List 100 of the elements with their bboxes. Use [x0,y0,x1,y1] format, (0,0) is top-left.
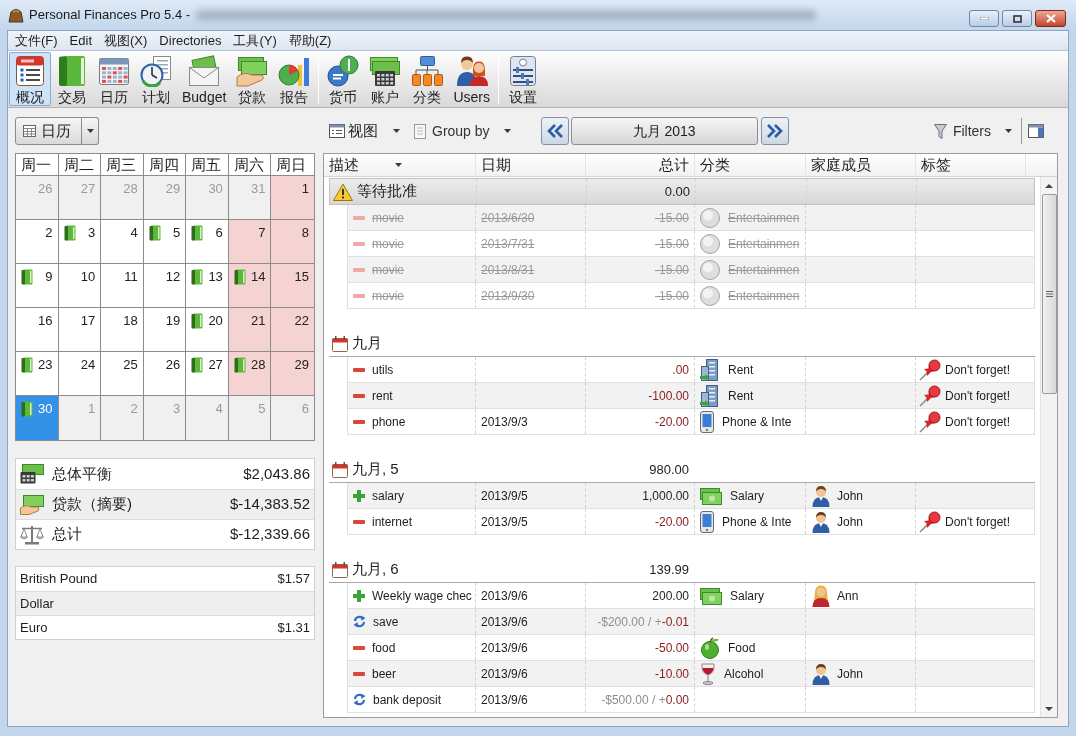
toolbar-button[interactable]: 概况 [9,52,51,106]
currency-row[interactable]: Dollar [16,591,314,615]
calendar-day[interactable]: 18 [101,308,144,352]
calendar-day[interactable]: 17 [58,308,102,352]
calendar-day[interactable]: 19 [143,308,187,352]
toolbar-button[interactable]: 计划 [135,52,177,106]
previous-button[interactable] [540,117,569,145]
transaction-row[interactable]: beer 2013/9/6 -10.00 Alcohol John [347,661,1035,687]
calendar-day[interactable]: 13 [186,264,229,308]
toolbar-button[interactable]: 设置 [501,52,544,106]
toolbar-button[interactable]: 货币 [322,52,365,106]
minus-icon [353,367,365,372]
toolbar-button[interactable]: 贷款 [231,52,274,106]
group-header[interactable]: 等待批准 0.00 [329,178,1035,205]
maximize-button[interactable] [1002,10,1032,27]
calendar-day[interactable]: 16 [16,308,59,352]
calendar-day[interactable]: 2 [16,220,59,264]
column-header[interactable]: 分类 [694,154,805,176]
woman-avatar-icon [812,584,830,607]
filters-button[interactable]: Filters [933,120,1012,142]
toolbar-button[interactable]: 分类 [406,52,449,106]
toolbar-button[interactable]: 报告 [273,52,316,106]
date-text: 2013/9/6 [481,665,528,683]
currency-rate: $1.57 [277,570,310,589]
day-number: 2 [130,401,138,417]
calendar-day[interactable]: 10 [58,264,102,308]
calendar-day[interactable]: 23 [16,352,59,396]
transaction-row[interactable]: salary 2013/9/5 1,000.00 Salary John [347,483,1035,509]
transaction-row[interactable]: rent -100.00 Rent Don't forget! [347,383,1035,409]
transaction-row[interactable]: Weekly wage chec 2013/9/6 200.00 Salary Ann [347,583,1035,609]
hierarchy-icon [411,55,444,87]
calendar-day[interactable]: 12 [143,264,187,308]
toolbar-button[interactable]: 日历 [93,52,135,106]
toolbar-button[interactable]: Budget [177,52,232,106]
hand-money-icon [20,494,44,515]
transaction-row[interactable]: bank deposit 2013/9/6 -$500.00 / +0.00 [347,687,1035,713]
dropdown-button[interactable] [82,117,99,145]
period-button[interactable]: 九月 2013 [570,117,758,145]
calendar-day[interactable]: 9 [16,264,59,308]
calendar-day[interactable]: 29 [271,352,314,396]
day-number: 2 [45,225,53,241]
transaction-row[interactable]: save 2013/9/6 -$200.00 / +-0.01 [347,609,1035,635]
calendar-day[interactable]: 22 [271,308,314,352]
menu-item[interactable]: 工具(Y) [227,31,283,50]
day-number: 25 [123,357,138,373]
toolbar-button[interactable]: 交易 [51,52,93,106]
calendar-day[interactable]: 24 [58,352,102,396]
transaction-row[interactable]: food 2013/9/6 -50.00 Food [347,635,1035,661]
view-menu-button[interactable]: 视图 [329,119,400,143]
calendar-day[interactable]: 25 [101,352,144,396]
menu-item[interactable]: 文件(F) [9,31,64,50]
group-by-button[interactable]: Group by [414,120,511,142]
summary-value: $-14,383.52 [229,494,310,515]
menu-item[interactable]: Directories [153,31,228,50]
calendar-grid-icon [98,55,130,87]
calendar-day[interactable]: 28 [228,352,272,396]
menu-item[interactable]: 帮助(Z) [282,31,338,50]
calendar-day[interactable]: 3 [58,220,102,264]
day-number: 22 [294,313,309,329]
next-button[interactable] [760,117,789,145]
calendar-day[interactable]: 21 [228,308,272,352]
day-number: 9 [45,269,53,285]
calendar-day[interactable]: 1 [271,176,314,220]
description-text: bank deposit [373,691,442,709]
calendar-day[interactable]: 26 [143,352,187,396]
calendar-day[interactable]: 8 [271,220,314,264]
transaction-row[interactable]: phone 2013/9/3 -20.00 Phone & Inte Don't forget! [347,409,1035,435]
calendar-day[interactable]: 15 [271,264,314,308]
column-header[interactable]: 标签 [915,154,1025,176]
calendar-day[interactable]: 27 [186,352,229,396]
scrollbar-track[interactable] [1040,177,1057,717]
scrollbar-thumb[interactable] [1041,194,1057,394]
transaction-row[interactable]: utils .00 Rent Don't forget! [347,357,1035,383]
panel-layout-icon[interactable] [1028,124,1044,138]
close-button[interactable] [1035,10,1066,27]
minimize-button[interactable] [969,10,999,27]
calendar-day[interactable]: 5 [143,220,187,264]
summary-label: 总计 [52,524,82,545]
calendar-day[interactable]: 14 [228,264,272,308]
date-text: 2013/7/31 [481,235,535,253]
menu-item[interactable]: 视图(X) [98,31,154,50]
calendar-view-button[interactable]: 日历 [15,117,82,145]
calendar-day[interactable]: 7 [228,220,272,264]
menu-item[interactable]: Edit [63,31,98,50]
sort-caret-icon [395,163,402,167]
calendar-day[interactable]: 11 [101,264,144,308]
description-text: phone [372,413,406,431]
calendar-day[interactable]: 20 [186,308,229,352]
calendar-day[interactable]: 6 [186,220,229,264]
toolbar-button[interactable]: 账户 [364,52,407,106]
toolbar-button[interactable]: Users [448,52,495,106]
calendar-day[interactable]: 4 [101,220,144,264]
currency-name: Euro [20,618,48,637]
scroll-down-icon[interactable] [1045,706,1053,711]
column-header[interactable]: 家庭成员 [805,154,915,176]
transaction-row[interactable]: internet 2013/9/5 -20.00 Phone & Inte John Don't forget! [347,509,1035,535]
column-header[interactable]: 日期 [475,154,585,176]
column-header[interactable]: 总计 [585,154,694,176]
scroll-up-icon[interactable] [1045,183,1053,188]
column-header[interactable]: 描述 [324,154,475,176]
